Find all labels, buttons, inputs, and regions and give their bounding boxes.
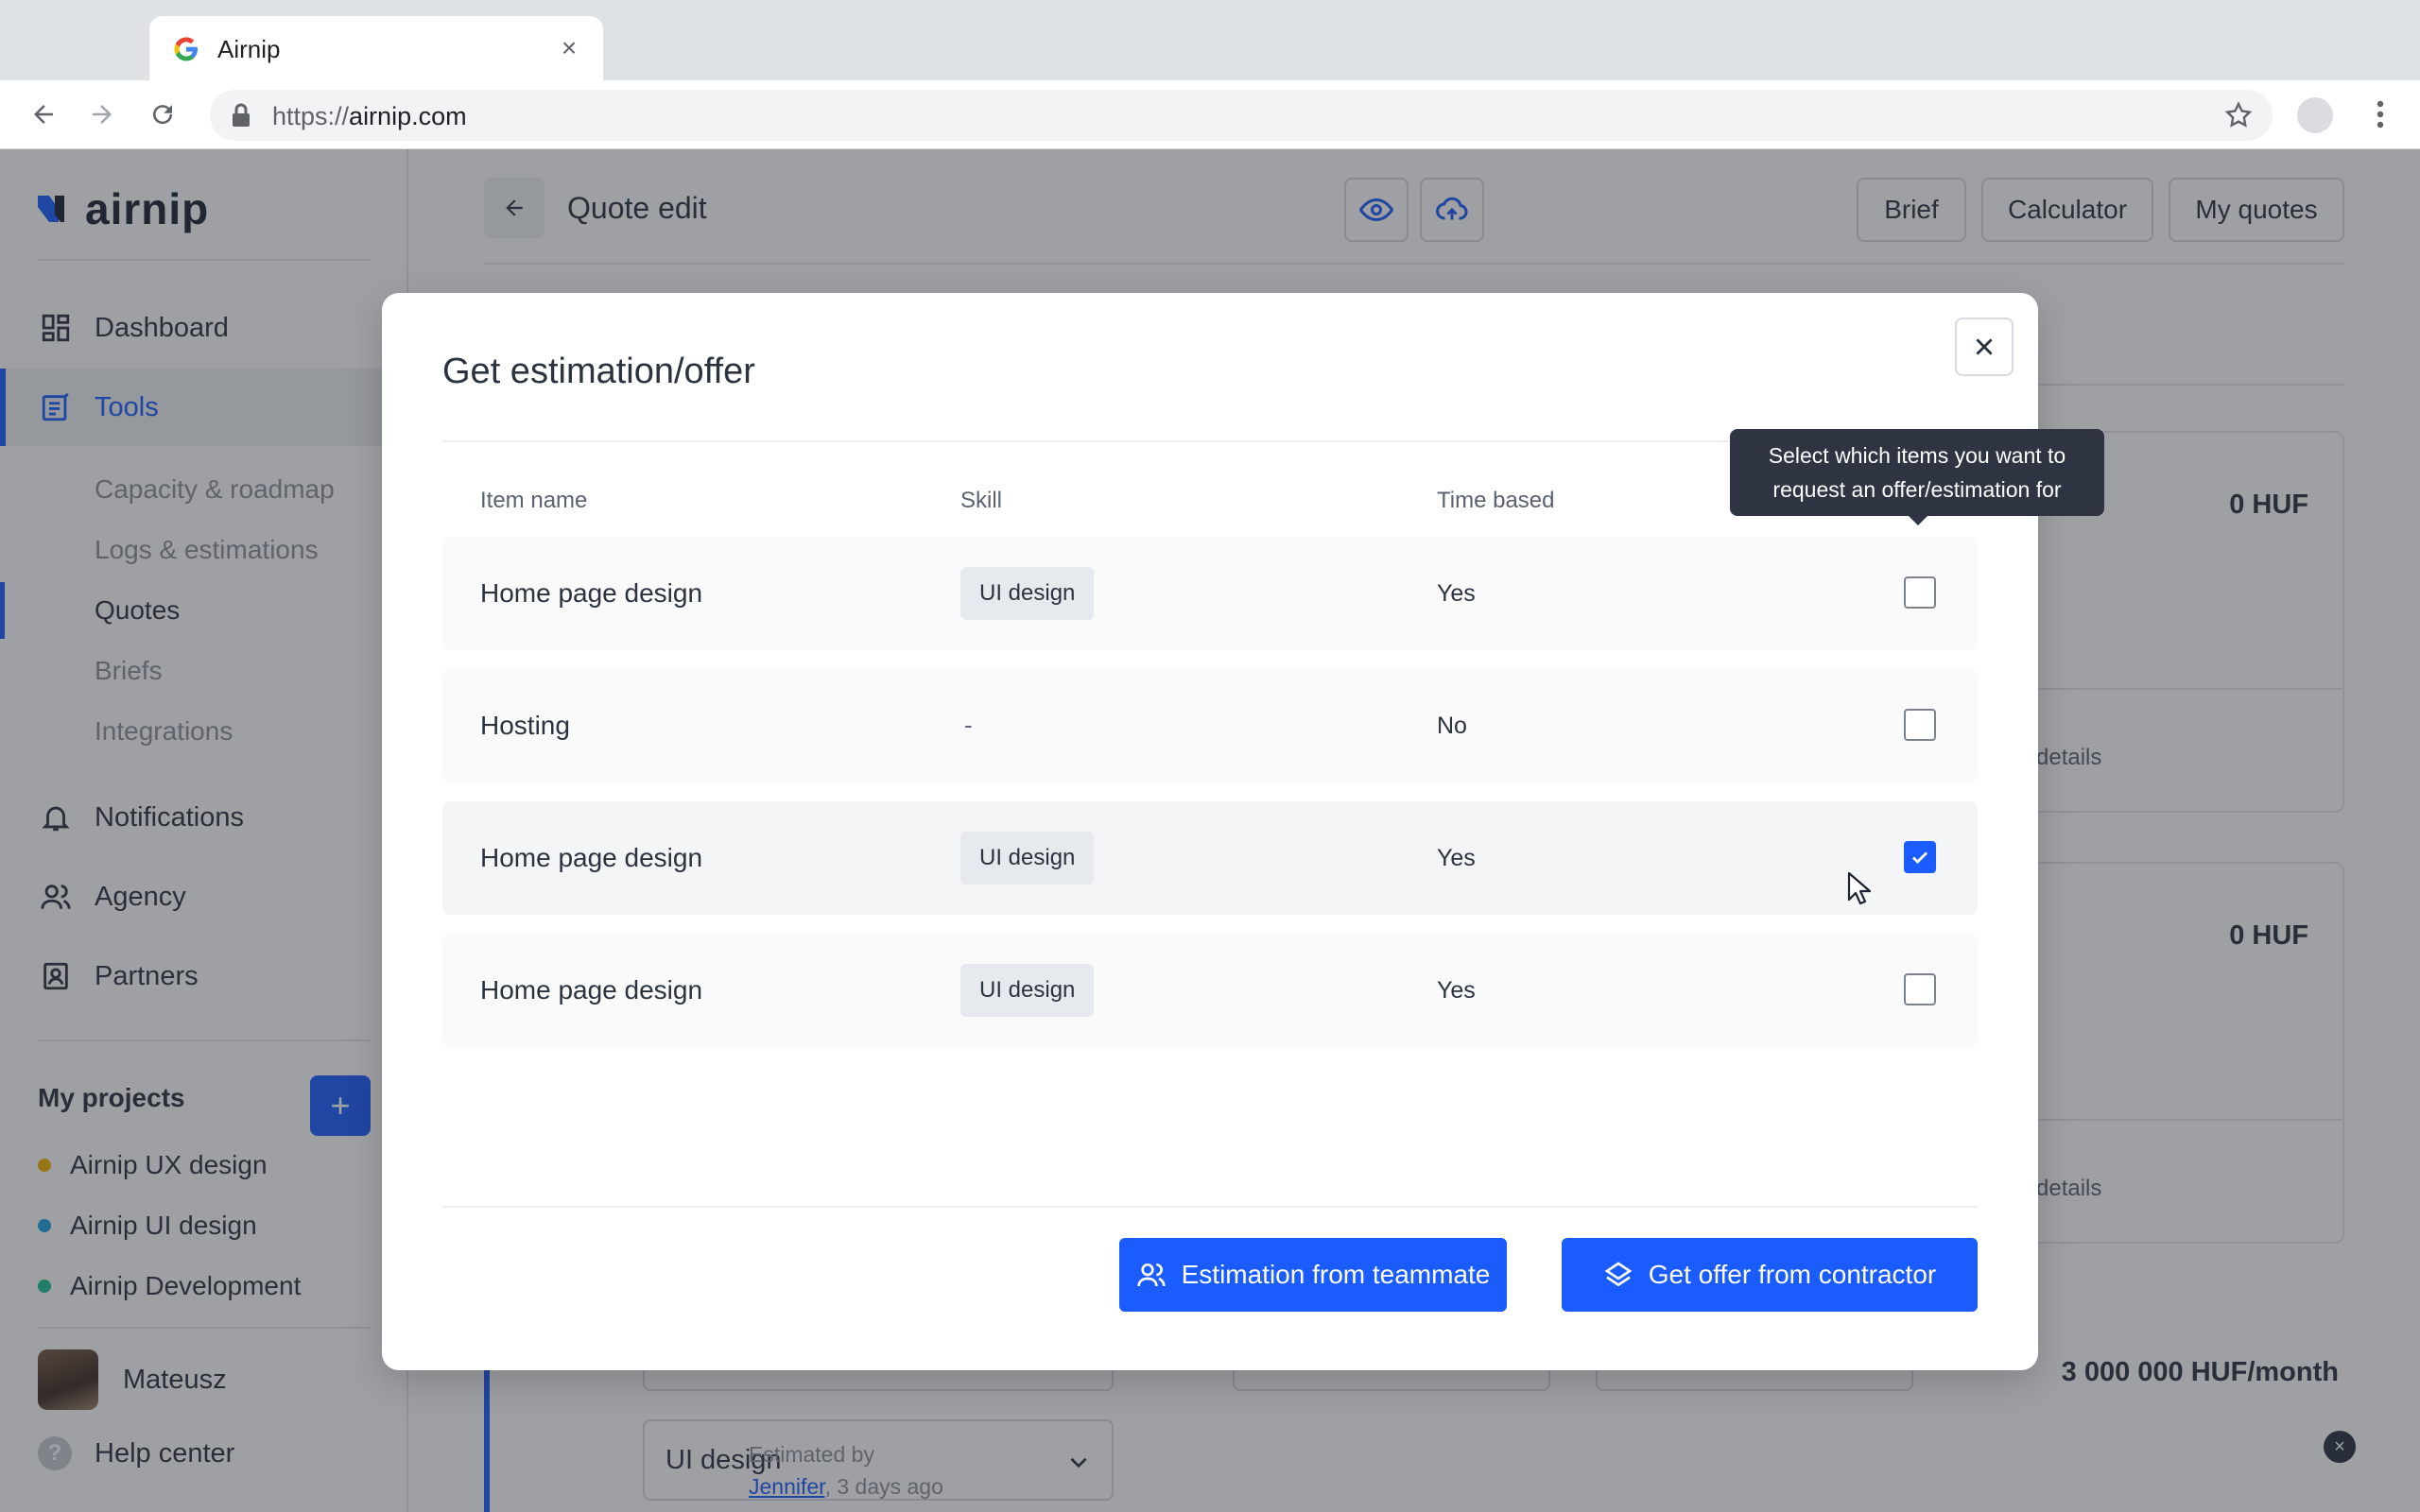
browser-tab-strip: Airnip ×: [0, 0, 2420, 80]
browser-toolbar: https://airnip.com: [0, 80, 2420, 149]
google-icon: [174, 37, 198, 61]
table-row[interactable]: Home page design UI design Yes: [442, 537, 1978, 650]
url-text: https://airnip.com: [272, 102, 467, 130]
column-header-item-name: Item name: [480, 488, 588, 513]
browser-tab[interactable]: Airnip ×: [149, 16, 603, 80]
tooltip-arrow: [1908, 515, 1928, 525]
button-label: Estimation from teammate: [1181, 1260, 1491, 1289]
column-header-time-based: Time based: [1437, 488, 1555, 513]
layers-icon: [1604, 1262, 1633, 1287]
profile-avatar[interactable]: [2297, 97, 2333, 133]
modal-title: Get estimation/offer: [442, 352, 755, 391]
button-label: Get offer from contractor: [1648, 1260, 1937, 1289]
row-time-based: Yes: [1437, 845, 1476, 871]
table-row[interactable]: Home page design UI design Yes: [442, 801, 1978, 915]
reload-icon[interactable]: [142, 94, 183, 135]
tab-close-icon[interactable]: ×: [552, 31, 586, 65]
row-item-name: Home page design: [480, 975, 703, 1005]
tab-title: Airnip: [217, 35, 281, 63]
lock-icon: [233, 103, 250, 127]
back-arrow-icon[interactable]: [23, 94, 64, 135]
row-checkbox[interactable]: [1904, 576, 1936, 609]
close-icon: [1976, 338, 1993, 355]
row-item-name: Hosting: [480, 711, 570, 740]
row-skill-empty: -: [964, 711, 973, 739]
people-icon: [1136, 1263, 1166, 1287]
forward-arrow-icon[interactable]: [81, 94, 123, 135]
select-items-tooltip: Select which items you want to request a…: [1730, 429, 2104, 525]
estimation-from-teammate-button[interactable]: Estimation from teammate: [1119, 1238, 1507, 1312]
row-item-name: Home page design: [480, 843, 703, 872]
column-header-skill: Skill: [960, 488, 1003, 513]
skill-tag: UI design: [960, 832, 1095, 885]
address-bar[interactable]: https://airnip.com: [210, 90, 2273, 141]
row-time-based: No: [1437, 713, 1467, 739]
row-time-based: Yes: [1437, 580, 1476, 607]
checkmark-icon: [1912, 851, 1927, 864]
modal-footer-divider: [442, 1206, 1978, 1208]
browser-menu-icon[interactable]: [2363, 94, 2397, 135]
table-row[interactable]: Home page design UI design Yes: [442, 934, 1978, 1047]
skill-tag: UI design: [960, 964, 1095, 1017]
skill-tag: UI design: [960, 567, 1095, 620]
bookmark-star-icon[interactable]: [2223, 100, 2254, 130]
table-row[interactable]: Hosting - No: [442, 669, 1978, 782]
estimation-offer-modal: Get estimation/offer Item name Skill Tim…: [382, 293, 2104, 1370]
modal-close-button[interactable]: [1955, 318, 2014, 376]
tooltip-text: Select which items you want to request a…: [1768, 443, 2066, 502]
row-item-name: Home page design: [480, 578, 703, 608]
row-checkbox[interactable]: [1904, 709, 1936, 741]
row-checkbox-checked[interactable]: [1904, 841, 1936, 873]
row-checkbox[interactable]: [1904, 973, 1936, 1005]
row-time-based: Yes: [1437, 977, 1476, 1004]
mouse-cursor-icon: [1847, 871, 1872, 905]
get-offer-from-contractor-button[interactable]: Get offer from contractor: [1562, 1238, 1978, 1312]
